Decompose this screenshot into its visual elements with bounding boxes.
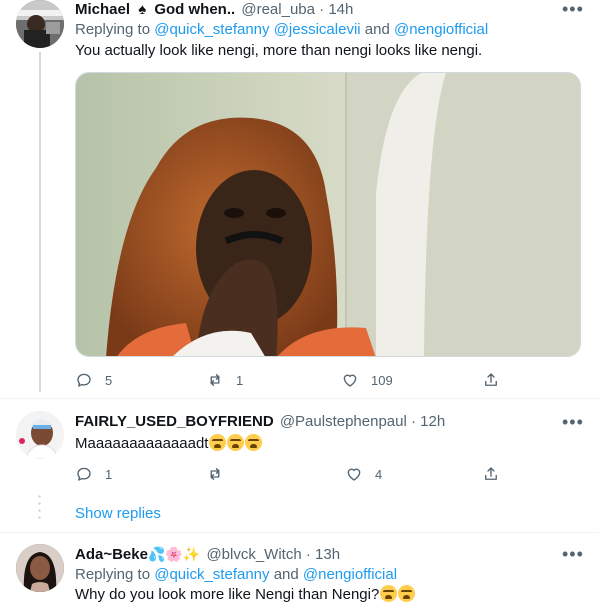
tweet-text-line: Why do you look more like Nengi than Nen… bbox=[75, 585, 416, 604]
tweet-media-image[interactable] bbox=[75, 72, 581, 357]
thread-dots bbox=[38, 493, 41, 521]
retweet-icon bbox=[210, 468, 220, 480]
display-name[interactable]: FAIRLY_USED_BOYFRIEND bbox=[75, 413, 274, 430]
mention-link[interactable]: @quick_stefanny bbox=[154, 21, 269, 38]
timestamp[interactable]: 13h bbox=[315, 546, 340, 563]
tweet-header: Ada~Beke💦🌸✨ @blvck_Witch · 13h bbox=[75, 544, 340, 565]
tweet-text-line: Maaaaaaaaaaaaadt bbox=[75, 434, 263, 454]
heart-icon bbox=[347, 468, 361, 481]
reply-icon bbox=[77, 373, 91, 387]
share-button[interactable] bbox=[482, 465, 500, 483]
spade-emoji: ♠ bbox=[138, 1, 147, 18]
user-handle[interactable]: @real_uba bbox=[241, 1, 315, 18]
avatar-photo-ada bbox=[16, 544, 64, 592]
heart-icon bbox=[343, 374, 357, 387]
tweet-fairly-used-boyfriend[interactable]: FAIRLY_USED_BOYFRIEND @Paulstephenpaul ·… bbox=[0, 399, 599, 531]
reply-button[interactable]: 5 bbox=[75, 371, 112, 389]
like-count: 109 bbox=[371, 372, 393, 388]
tired-face-emoji bbox=[245, 434, 263, 451]
mention-link[interactable]: @nengiofficial bbox=[394, 21, 488, 38]
tweet-ada-beke[interactable]: Ada~Beke💦🌸✨ @blvck_Witch · 13h ••• Reply… bbox=[0, 533, 599, 604]
replying-to-label: Replying to bbox=[75, 566, 151, 583]
like-count: 4 bbox=[375, 466, 383, 482]
timestamp[interactable]: 14h bbox=[328, 1, 353, 18]
user-handle[interactable]: @Paulstephenpaul bbox=[280, 413, 407, 430]
mention-link[interactable]: @jessicalevii bbox=[274, 21, 361, 38]
and-word: and bbox=[364, 21, 390, 38]
reply-icon bbox=[77, 467, 91, 481]
share-icon bbox=[485, 373, 497, 386]
more-horizontal-icon[interactable]: ••• bbox=[562, 545, 584, 563]
replying-to: Replying to @quick_stefanny @jessicalevi… bbox=[75, 20, 488, 40]
user-handle[interactable]: @blvck_Witch bbox=[206, 546, 301, 563]
tired-face-emoji bbox=[227, 434, 245, 451]
display-name[interactable]: Ada~Beke bbox=[75, 546, 148, 563]
separator-dot: · bbox=[411, 413, 416, 430]
replying-to: Replying to @quick_stefanny and @nengiof… bbox=[75, 565, 397, 585]
tweet-text: Why do you look more like Nengi than Nen… bbox=[75, 586, 380, 603]
reply-count: 5 bbox=[105, 372, 113, 388]
share-button[interactable] bbox=[482, 371, 500, 389]
share-icon bbox=[485, 467, 497, 480]
avatar-photo-boyfriend bbox=[16, 411, 64, 459]
avatar-photo-michael bbox=[16, 0, 64, 48]
more-horizontal-icon[interactable]: ••• bbox=[562, 0, 584, 18]
and-word: and bbox=[273, 566, 299, 583]
separator-dot: · bbox=[319, 1, 325, 18]
mention-link[interactable]: @quick_stefanny bbox=[154, 566, 269, 583]
tweet-michael[interactable]: Michael ♠ God when.. @real_uba · 14h •••… bbox=[0, 0, 599, 392]
reply-button[interactable]: 1 bbox=[75, 465, 112, 483]
tweet-text: Maaaaaaaaaaaaadt bbox=[75, 435, 209, 452]
name-emojis: 💦🌸✨ bbox=[147, 546, 201, 562]
tired-face-emoji bbox=[209, 434, 227, 451]
retweet-icon bbox=[210, 374, 220, 386]
display-name-suffix[interactable]: God when.. bbox=[154, 1, 235, 18]
more-horizontal-icon[interactable]: ••• bbox=[562, 413, 584, 431]
tweet-header: FAIRLY_USED_BOYFRIEND @Paulstephenpaul ·… bbox=[75, 412, 445, 432]
like-button[interactable]: 109 bbox=[341, 371, 393, 389]
tired-face-emoji bbox=[398, 585, 416, 602]
mention-link[interactable]: @nengiofficial bbox=[303, 566, 397, 583]
avatar[interactable] bbox=[16, 411, 64, 459]
display-name[interactable]: Michael bbox=[75, 1, 130, 18]
tired-face-emoji bbox=[380, 585, 398, 602]
timestamp[interactable]: 12h bbox=[420, 413, 445, 430]
avatar[interactable] bbox=[16, 544, 64, 592]
avatar[interactable] bbox=[16, 0, 64, 48]
retweet-button[interactable]: 1 bbox=[206, 371, 243, 389]
tweet-header: Michael ♠ God when.. @real_uba · 14h bbox=[75, 0, 353, 20]
tweet-actions: 1 4 bbox=[75, 465, 515, 485]
like-button[interactable]: 4 bbox=[345, 465, 382, 483]
media-photo bbox=[76, 73, 580, 356]
separator-dot: · bbox=[305, 546, 311, 563]
show-replies-link[interactable]: Show replies bbox=[75, 505, 161, 522]
retweet-button[interactable] bbox=[206, 465, 236, 483]
retweet-count: 1 bbox=[236, 372, 244, 388]
tweet-text: You actually look like nengi, more than … bbox=[75, 42, 483, 59]
replying-to-label: Replying to bbox=[75, 21, 151, 38]
tweet-actions: 5 1 109 bbox=[75, 371, 515, 391]
reply-count: 1 bbox=[105, 466, 113, 482]
